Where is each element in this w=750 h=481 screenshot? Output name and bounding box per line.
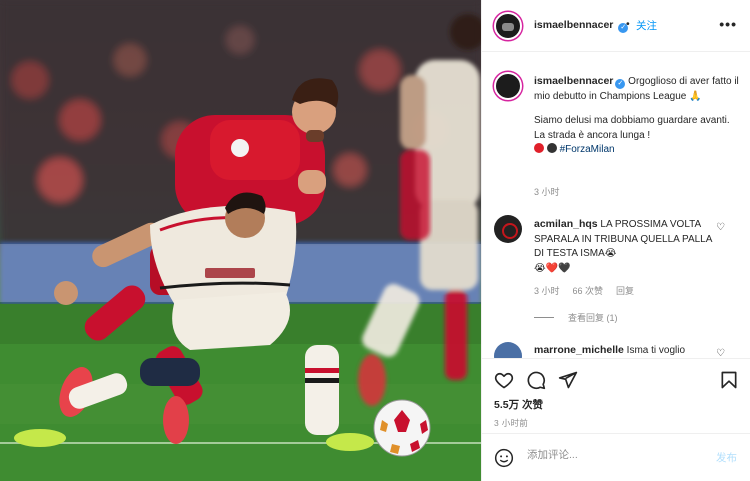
comment-likes[interactable]: 66 次赞 [573, 284, 604, 297]
post-header: ismaelbennacer ✓ • 关注 ••• [482, 0, 750, 52]
red-circle-emoji-icon [534, 143, 544, 153]
caption-time: 3 小时 [534, 187, 560, 197]
separator-dot: • [626, 18, 630, 30]
view-replies-label[interactable]: 查看回复 (1) [568, 311, 618, 324]
caption-line2: Siamo delusi ma dobbiamo guardare avanti… [534, 115, 730, 141]
comment-like-heart-icon-2[interactable]: ♡ [716, 348, 726, 358]
likes-count[interactable]: 5.5万 次赞 [494, 397, 543, 412]
comment-username[interactable]: acmilan_hqs [534, 218, 598, 230]
caption-username[interactable]: ismaelbennacer [534, 75, 613, 87]
caption: ismaelbennacer ✓ Orgoglioso di aver fatto… [534, 74, 739, 158]
follow-button[interactable]: 关注 [636, 18, 657, 33]
like-heart-icon[interactable] [494, 370, 514, 390]
comment-author-avatar-2[interactable] [494, 342, 522, 358]
post-timestamp: 3 小时前 [494, 418, 529, 428]
author-username[interactable]: ismaelbennacer ✓ [534, 19, 629, 33]
caption-verified-badge-icon: ✓ [615, 79, 626, 89]
save-bookmark-icon[interactable] [719, 370, 739, 390]
comment-like-heart-icon[interactable]: ♡ [716, 222, 726, 233]
comment-text-2: Isma ti voglio [626, 345, 686, 356]
comment-time: 3 小时 [534, 286, 560, 296]
post-side-panel: ismaelbennacer ✓ • 关注 ••• ismaelbennacer… [481, 0, 750, 481]
comments-list[interactable]: ismaelbennacer ✓ Orgoglioso di aver fatto… [482, 52, 750, 358]
post-photo[interactable] [0, 0, 481, 481]
black-circle-emoji-icon [546, 143, 557, 153]
caption-author-avatar[interactable] [494, 72, 522, 100]
add-comment-bar: 发布 [482, 433, 750, 481]
comment-reply-button[interactable]: 回复 [616, 284, 634, 297]
author-avatar[interactable] [494, 12, 522, 40]
comment-meta: 3 小时 66 次赞 回复 [534, 284, 634, 297]
comment-username-2[interactable]: marrone_michelle [534, 344, 624, 356]
comment-emojis: 😭❤️🖤 [534, 262, 571, 274]
comment-bubble-icon[interactable] [526, 370, 546, 390]
instagram-post-view: ismaelbennacer ✓ • 关注 ••• ismaelbennacer… [0, 0, 750, 481]
publish-button[interactable]: 发布 [716, 450, 737, 465]
share-send-icon[interactable] [558, 370, 578, 390]
comment-body: acmilan_hqs LA PROSSIMA VOLTA SPARALA IN… [534, 217, 712, 276]
replies-divider [534, 317, 554, 318]
comment-body-2: marrone_michelle Isma ti voglio [534, 344, 724, 356]
comment-input[interactable] [527, 449, 697, 461]
football-scene-illustration [0, 0, 481, 481]
author-username-text[interactable]: ismaelbennacer [534, 19, 613, 31]
hashtag-link[interactable]: #ForzaMilan [560, 144, 615, 155]
post-actions: 5.5万 次赞 3 小时前 [482, 358, 750, 430]
comment-author-avatar[interactable] [494, 215, 522, 243]
emoji-smile-icon[interactable] [494, 448, 514, 468]
view-replies-button[interactable]: 查看回复 (1) [534, 311, 618, 324]
more-options-icon[interactable]: ••• [719, 16, 737, 32]
